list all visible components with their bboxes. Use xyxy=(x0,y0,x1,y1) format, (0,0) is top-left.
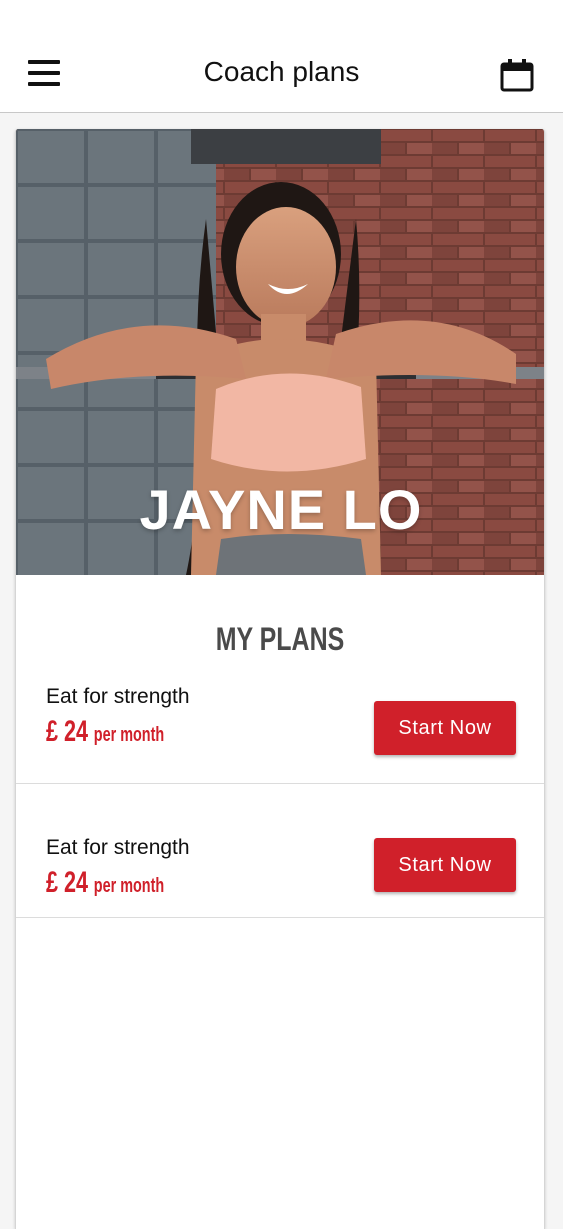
price-period: per month xyxy=(93,724,165,746)
start-now-button[interactable]: Start Now xyxy=(374,838,516,892)
coach-card: JAYNE LO MY PLANS Eat for strength £ 24 p… xyxy=(15,129,545,1229)
app-bar: Coach plans xyxy=(0,0,563,113)
plan-name: Eat for strength xyxy=(46,685,190,708)
price-amount: £ 24 xyxy=(46,715,89,748)
section-title: MY PLANS xyxy=(215,621,345,657)
plan-price: £ 24 per month xyxy=(46,866,164,900)
coach-name: JAYNE LO xyxy=(139,478,423,541)
price-amount: £ 24 xyxy=(46,866,89,899)
plan-row: Eat for strength £ 24 per month Start Now xyxy=(16,784,544,918)
start-now-button[interactable]: Start Now xyxy=(374,701,516,755)
plan-name: Eat for strength xyxy=(46,836,190,859)
plan-price: £ 24 per month xyxy=(46,715,164,749)
calendar-icon[interactable] xyxy=(500,58,534,92)
page-title: Coach plans xyxy=(203,56,360,87)
coach-hero-image: JAYNE LO xyxy=(16,129,544,575)
plan-row: Eat for strength £ 24 per month Start Now xyxy=(16,661,544,784)
price-period: per month xyxy=(93,875,165,897)
